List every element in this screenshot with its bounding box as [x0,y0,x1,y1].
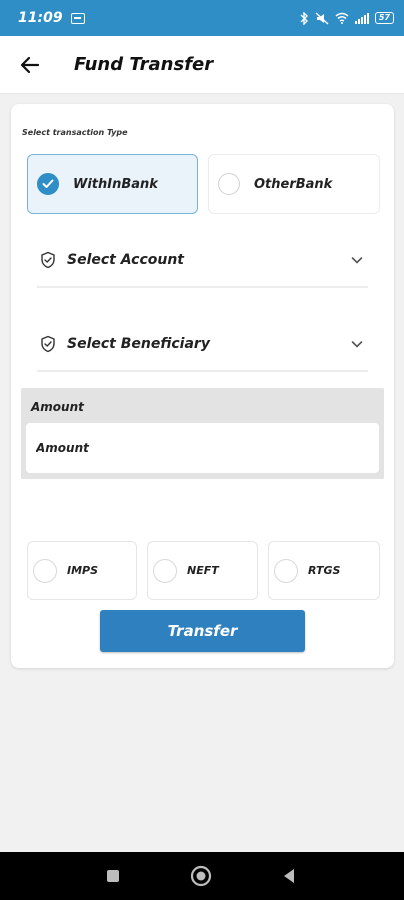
app-bar: Fund Transfer [0,36,404,94]
radio-unchecked-icon [274,558,298,583]
status-bar: 11:09 57 [0,0,404,36]
transaction-type-label-withinbank: WithInBank [73,176,158,192]
transfer-mode-imps[interactable]: IMPS [27,541,137,600]
bluetooth-icon [300,11,308,25]
square-icon [107,870,119,882]
battery-icon: 57 [374,12,394,24]
transfer-mode-rtgs[interactable]: RTGS [268,541,380,600]
radio-unchecked-icon [33,558,57,583]
shield-check-icon [41,335,55,353]
wifi-icon [335,12,349,24]
message-notification-icon [70,12,85,24]
chevron-down-icon [351,257,363,264]
radio-unchecked-icon [218,173,240,195]
amount-field-group: Amount [21,388,384,479]
transfer-mode-label-neft: NEFT [187,564,219,577]
transfer-button[interactable]: Transfer [100,610,305,652]
fund-transfer-card: Select transaction Type WithInBank Other… [11,104,394,668]
circle-home-icon [190,865,212,887]
amount-caption: Amount [31,400,84,414]
radio-unchecked-icon [153,558,177,583]
transaction-type-label: Select transaction Type [22,128,128,137]
signal-strength-icon [354,12,369,24]
transfer-mode-label-imps: IMPS [67,564,99,577]
triangle-back-icon [284,869,294,883]
transaction-type-withinbank[interactable]: WithInBank [27,154,198,214]
mute-icon [315,11,329,25]
select-beneficiary-label: Select Beneficiary [67,336,210,352]
radio-checked-icon [37,173,59,195]
transaction-type-otherbank[interactable]: OtherBank [208,154,380,214]
recent-apps-button[interactable] [98,861,128,891]
page-title: Fund Transfer [74,54,214,75]
back-button[interactable] [10,45,50,85]
select-account-label: Select Account [67,252,184,268]
select-account-dropdown[interactable]: Select Account [37,234,368,288]
transaction-type-label-otherbank: OtherBank [254,176,333,192]
transfer-mode-neft[interactable]: NEFT [147,541,258,600]
status-time: 11:09 [18,10,63,26]
transfer-mode-label-rtgs: RTGS [308,564,341,577]
system-nav-bar [0,852,404,900]
select-beneficiary-dropdown[interactable]: Select Beneficiary [37,318,368,372]
shield-check-icon [41,251,55,269]
arrow-left-icon [20,56,40,73]
chevron-down-icon [351,341,363,348]
check-icon [42,179,54,188]
system-back-button[interactable] [274,861,304,891]
status-indicators: 57 [299,11,394,25]
home-button[interactable] [186,861,216,891]
amount-input[interactable] [26,423,379,473]
